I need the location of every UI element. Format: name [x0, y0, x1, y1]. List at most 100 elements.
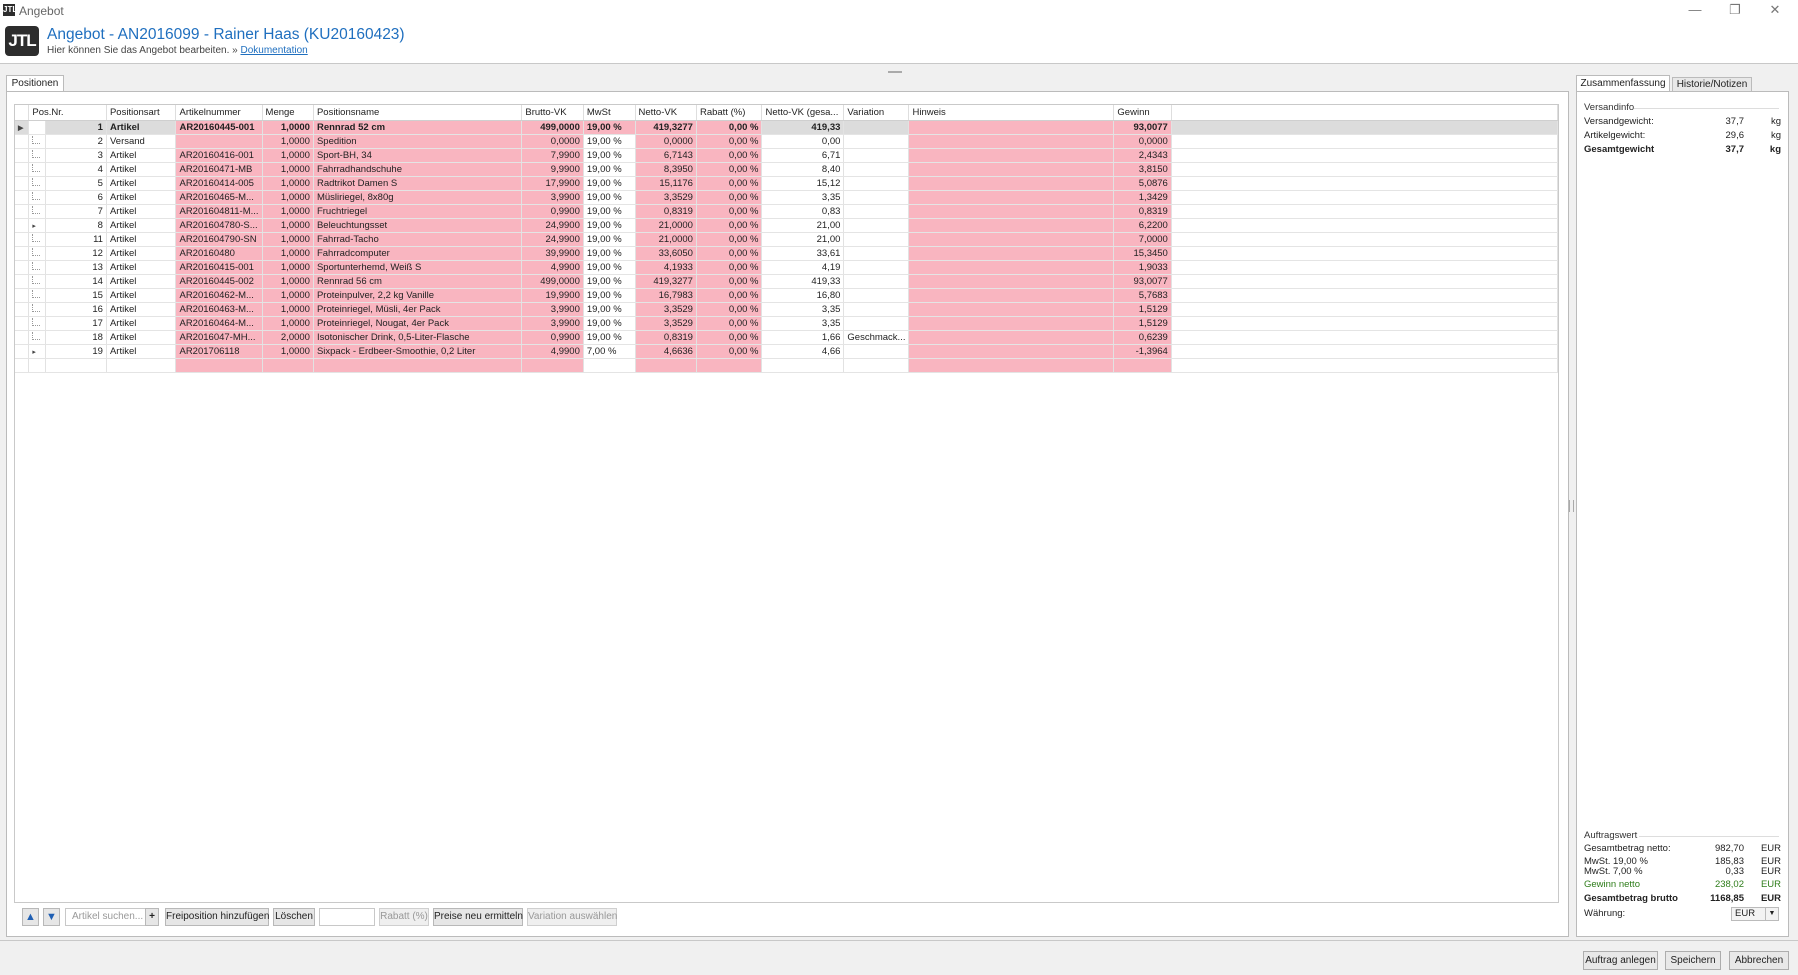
cell-name[interactable]: Fruchtriegel	[313, 204, 523, 219]
table-row[interactable]: ▸ 19 Artikel AR201706118 1,0000 Sixpack - Erd…	[15, 344, 1558, 359]
tree-cell[interactable]	[28, 316, 47, 331]
cell-name[interactable]: Proteinriegel, Müsli, 4er Pack	[313, 302, 523, 317]
cell-brutto[interactable]: 7,9900	[521, 148, 584, 163]
cell-variation[interactable]	[843, 344, 910, 359]
cell-mwst[interactable]: 19,00 %	[583, 162, 636, 177]
cell-menge[interactable]: 1,0000	[262, 218, 314, 233]
expand-icon[interactable]: ▸	[32, 349, 36, 356]
column-header-nr[interactable]: Artikelnummer	[175, 105, 263, 121]
tree-cell[interactable]	[28, 274, 47, 289]
cell-hinweis[interactable]	[908, 162, 1115, 177]
cell-gewinn[interactable]: 1,9033	[1113, 260, 1172, 275]
cell-mwst[interactable]: 19,00 %	[583, 260, 636, 275]
cell-gewinn[interactable]: 5,7683	[1113, 288, 1172, 303]
new-row-cell[interactable]	[28, 358, 47, 373]
cell-pos[interactable]: 14	[45, 274, 107, 289]
cell-menge[interactable]: 1,0000	[262, 134, 314, 149]
cell-menge[interactable]: 1,0000	[262, 176, 314, 191]
cell-art[interactable]: Artikel	[106, 344, 177, 359]
cell-mwst[interactable]: 19,00 %	[583, 302, 636, 317]
cell-mwst[interactable]: 19,00 %	[583, 176, 636, 191]
new-row-cell[interactable]	[1113, 358, 1172, 373]
cell-variation[interactable]: Geschmack...	[843, 330, 910, 345]
row-selector[interactable]	[15, 330, 30, 345]
cell-pos[interactable]: 16	[45, 302, 107, 317]
cell-gewinn[interactable]: 3,8150	[1113, 162, 1172, 177]
cell-rabatt[interactable]: 0,00 %	[696, 134, 763, 149]
row-selector[interactable]	[15, 148, 30, 163]
cell-gewinn[interactable]: 15,3450	[1113, 246, 1172, 261]
tree-cell[interactable]	[28, 204, 47, 219]
cell-name[interactable]: Sixpack - Erdbeer-Smoothie, 0,2 Liter	[313, 344, 523, 359]
cell-variation[interactable]	[843, 120, 910, 135]
cell-gesamt[interactable]: 3,35	[761, 190, 845, 205]
cell-pos[interactable]: 8	[45, 218, 107, 233]
column-header-rabatt[interactable]: Rabatt (%)	[696, 105, 763, 121]
cell-hinweis[interactable]	[908, 148, 1115, 163]
cell-rabatt[interactable]: 0,00 %	[696, 232, 763, 247]
restore-icon[interactable]: ❐	[1717, 0, 1753, 20]
tree-cell[interactable]	[28, 330, 47, 345]
cell-hinweis[interactable]	[908, 288, 1115, 303]
new-row-cell[interactable]	[908, 358, 1115, 373]
tab-zusammenfassung[interactable]: Zusammenfassung	[1576, 75, 1670, 92]
cell-gesamt[interactable]: 4,19	[761, 260, 845, 275]
new-row-cell[interactable]	[521, 358, 584, 373]
cell-art[interactable]: Artikel	[106, 190, 177, 205]
tree-cell[interactable]	[28, 148, 47, 163]
cell-name[interactable]: Beleuchtungsset	[313, 218, 523, 233]
cell-variation[interactable]	[843, 176, 910, 191]
cell-nr[interactable]: AR20160415-001	[175, 260, 263, 275]
cell-hinweis[interactable]	[908, 190, 1115, 205]
cell-art[interactable]: Artikel	[106, 218, 177, 233]
cell-gesamt[interactable]: 4,66	[761, 344, 845, 359]
tree-cell[interactable]	[28, 190, 47, 205]
select-variation-button[interactable]: Variation auswählen	[527, 908, 617, 926]
row-selector[interactable]	[15, 246, 30, 261]
cell-gewinn[interactable]: 0,0000	[1113, 134, 1172, 149]
cell-menge[interactable]: 1,0000	[262, 190, 314, 205]
cell-netto[interactable]: 4,6636	[635, 344, 697, 359]
cell-menge[interactable]: 1,0000	[262, 260, 314, 275]
cell-art[interactable]: Artikel	[106, 232, 177, 247]
move-up-button[interactable]: ▲	[22, 908, 39, 926]
cell-art[interactable]: Versand	[106, 134, 177, 149]
table-row[interactable]: 3 Artikel AR20160416-001 1,0000 Sport-BH, 34…	[15, 148, 1558, 163]
cell-gewinn[interactable]: 5,0876	[1113, 176, 1172, 191]
cell-nr[interactable]: AR20160416-001	[175, 148, 263, 163]
cell-brutto[interactable]: 499,0000	[521, 120, 584, 135]
cell-hinweis[interactable]	[908, 344, 1115, 359]
new-row-cell[interactable]	[313, 358, 523, 373]
cell-gesamt[interactable]: 419,33	[761, 120, 845, 135]
cell-menge[interactable]: 1,0000	[262, 302, 314, 317]
cell-menge[interactable]: 1,0000	[262, 288, 314, 303]
cell-mwst[interactable]: 19,00 %	[583, 232, 636, 247]
column-header-menge[interactable]: Menge	[262, 105, 314, 121]
cell-rabatt[interactable]: 0,00 %	[696, 302, 763, 317]
cell-menge[interactable]: 2,0000	[262, 330, 314, 345]
tree-cell[interactable]	[28, 232, 47, 247]
cell-menge[interactable]: 1,0000	[262, 162, 314, 177]
row-selector[interactable]	[15, 302, 30, 317]
new-row-cell[interactable]	[583, 358, 636, 373]
column-header-select[interactable]	[15, 105, 30, 121]
column-header-mwst[interactable]: MwSt	[583, 105, 636, 121]
cell-gesamt[interactable]: 16,80	[761, 288, 845, 303]
cell-pos[interactable]: 7	[45, 204, 107, 219]
cell-pos[interactable]: 6	[45, 190, 107, 205]
cell-art[interactable]: Artikel	[106, 330, 177, 345]
collapse-grip[interactable]	[888, 71, 902, 73]
free-position-button[interactable]: Freiposition hinzufügen	[165, 908, 269, 926]
column-header-gewinn[interactable]: Gewinn	[1113, 105, 1172, 121]
row-selector[interactable]	[15, 134, 30, 149]
recalculate-prices-button[interactable]: Preise neu ermitteln	[433, 908, 523, 926]
cell-nr[interactable]: AR201706118	[175, 344, 263, 359]
cell-netto[interactable]: 3,3529	[635, 302, 697, 317]
cell-variation[interactable]	[843, 218, 910, 233]
cell-netto[interactable]: 21,0000	[635, 232, 697, 247]
cancel-button[interactable]: Abbrechen	[1729, 951, 1789, 970]
cell-brutto[interactable]: 3,9900	[521, 302, 584, 317]
cell-art[interactable]: Artikel	[106, 204, 177, 219]
cell-art[interactable]: Artikel	[106, 148, 177, 163]
cell-netto[interactable]: 4,1933	[635, 260, 697, 275]
